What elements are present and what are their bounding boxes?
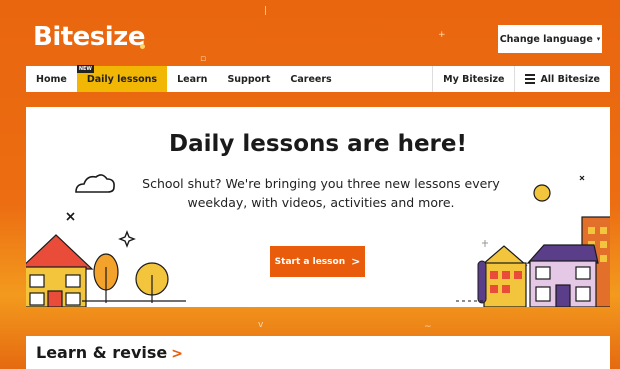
- caret-down-icon: ▾: [596, 35, 601, 43]
- decor-sparkle: ▫: [200, 54, 207, 64]
- nav-item-label: Home: [36, 73, 67, 85]
- start-lesson-button[interactable]: Start a lesson >: [270, 246, 365, 277]
- tree-icon: [82, 253, 186, 303]
- nav-item-label: Support: [227, 73, 271, 85]
- start-lesson-label: Start a lesson: [274, 256, 346, 267]
- bitesize-logo[interactable]: Bitesize: [33, 22, 145, 52]
- nav-item-label: My Bitesize: [443, 73, 505, 85]
- nav-item-label: Careers: [290, 73, 332, 85]
- menu-icon: [525, 74, 536, 84]
- nav-item-support[interactable]: Support: [217, 66, 280, 92]
- new-badge: NEW: [76, 65, 94, 73]
- nav-item-all-bitesize[interactable]: All Bitesize: [514, 66, 610, 92]
- logo-dot: [140, 44, 145, 49]
- sparkle-icon: [118, 230, 136, 248]
- nav-item-label: Learn: [177, 73, 208, 85]
- learn-revise-section: Learn & revise >: [26, 336, 610, 369]
- chevron-right-icon: >: [351, 255, 361, 268]
- nav-item-careers[interactable]: Careers: [280, 66, 341, 92]
- section-title: Learn & revise: [36, 343, 168, 362]
- decor-sparkle: ~: [424, 322, 432, 332]
- sparkle-icon: [66, 212, 75, 221]
- hero-description: School shut? We're bringing you three ne…: [142, 176, 500, 210]
- sparkle-icon: [482, 240, 488, 247]
- nav-item-home[interactable]: Home: [26, 66, 77, 92]
- decor-sparkle: |: [264, 6, 268, 16]
- change-language-button[interactable]: Change language ▾: [498, 25, 602, 53]
- house-icon: [26, 234, 94, 307]
- cloud-icon: [75, 174, 115, 193]
- header-bar: Bitesize | + ▫ Change language ▾: [0, 0, 620, 66]
- house-icon: [456, 244, 599, 307]
- nav-item-learn[interactable]: Learn: [167, 66, 217, 92]
- house-icon: [477, 245, 528, 307]
- main-nav: Home NEW Daily lessons Learn Support Car…: [26, 65, 610, 92]
- hero-title: Daily lessons are here!: [169, 131, 467, 157]
- sun-icon: [533, 184, 551, 202]
- chevron-right-icon: >: [171, 346, 183, 362]
- nav-item-daily-lessons[interactable]: NEW Daily lessons: [76, 65, 168, 92]
- learn-revise-link[interactable]: Learn & revise >: [36, 343, 183, 362]
- nav-item-label: Daily lessons: [86, 73, 158, 85]
- decor-sparkle: v: [258, 320, 264, 330]
- change-language-label: Change language: [499, 33, 593, 45]
- nav-item-my-bitesize[interactable]: My Bitesize: [432, 66, 514, 92]
- sparkle-icon: [579, 175, 585, 181]
- decor-sparkle: +: [438, 30, 446, 40]
- nav-item-label: All Bitesize: [540, 73, 600, 85]
- daily-lessons-hero: Daily lessons are here! School shut? We'…: [26, 107, 610, 307]
